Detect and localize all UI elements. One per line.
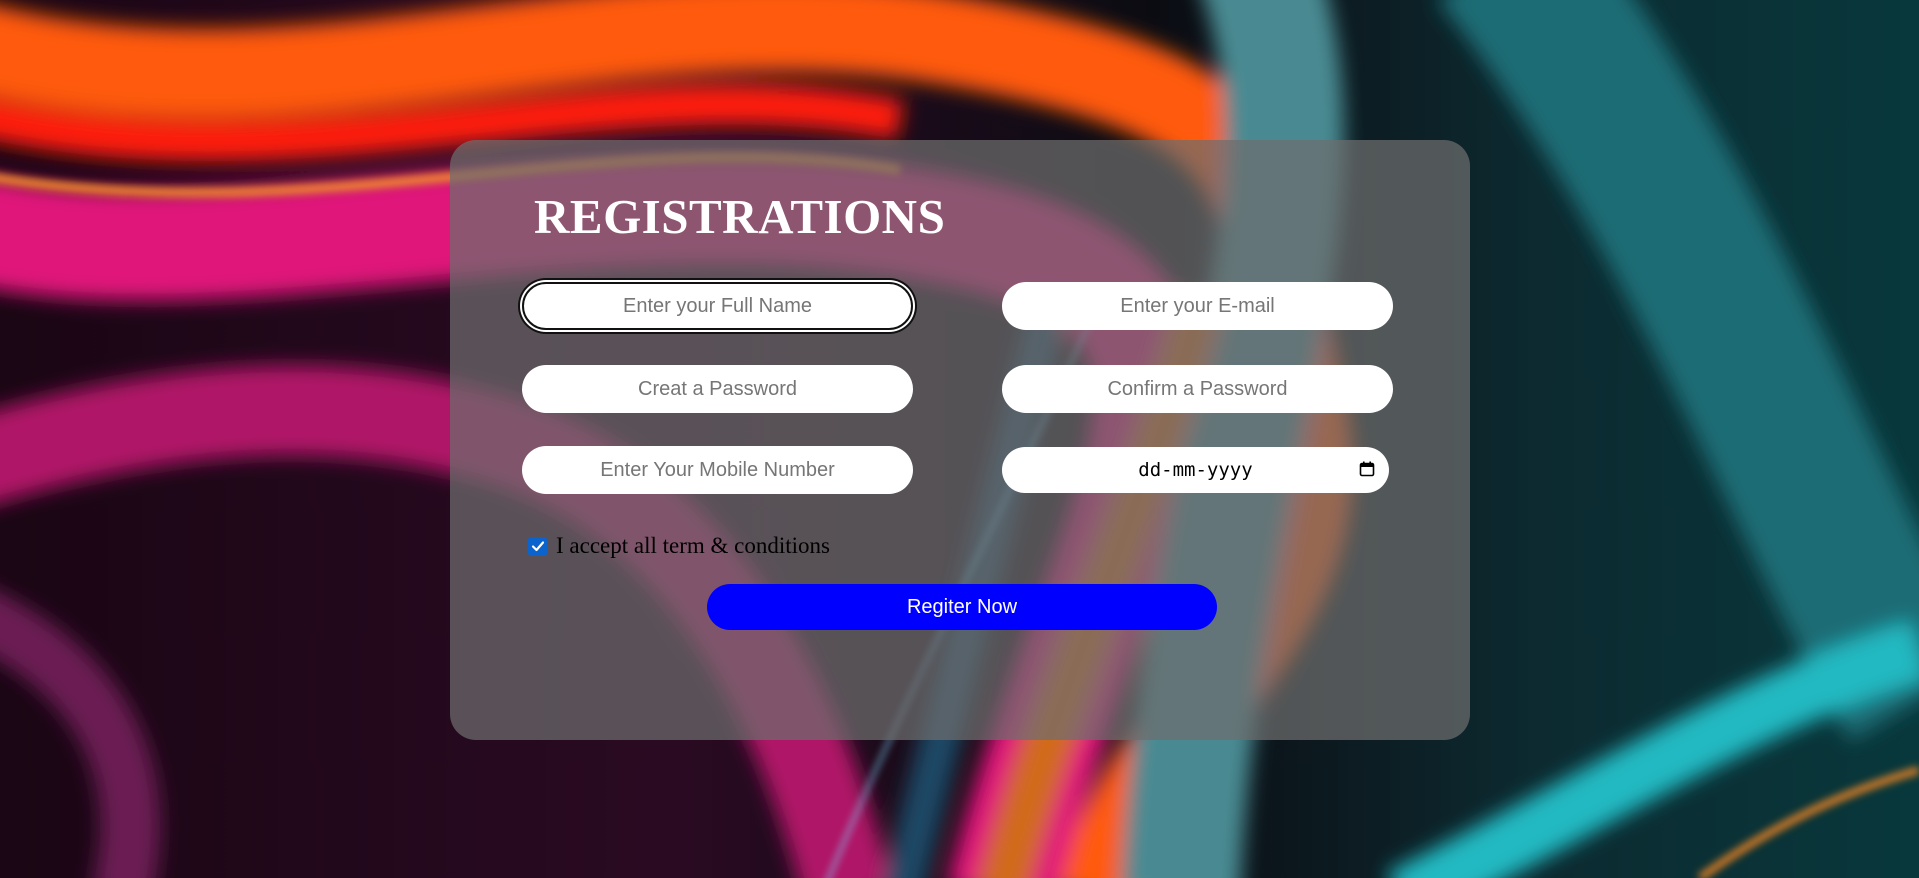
checkmark-icon	[531, 541, 544, 552]
email-input[interactable]	[1002, 282, 1393, 330]
terms-row: I accept all term & conditions	[528, 533, 830, 559]
date-placeholder: dd-mm-yyyy	[1138, 459, 1253, 481]
date-of-birth-input[interactable]: dd-mm-yyyy	[1002, 447, 1389, 493]
register-now-button[interactable]: Regiter Now	[707, 584, 1217, 630]
mobile-number-input[interactable]	[522, 446, 913, 494]
password-input[interactable]	[522, 365, 913, 413]
registration-card: REGISTRATIONS dd-mm-yyyy I accept all te…	[450, 140, 1470, 740]
terms-checkbox[interactable]	[528, 536, 547, 556]
form-title: REGISTRATIONS	[534, 189, 946, 244]
full-name-input[interactable]	[522, 282, 913, 330]
terms-label: I accept all term & conditions	[556, 533, 830, 558]
confirm-password-input[interactable]	[1002, 365, 1393, 413]
calendar-icon[interactable]	[1359, 461, 1375, 477]
